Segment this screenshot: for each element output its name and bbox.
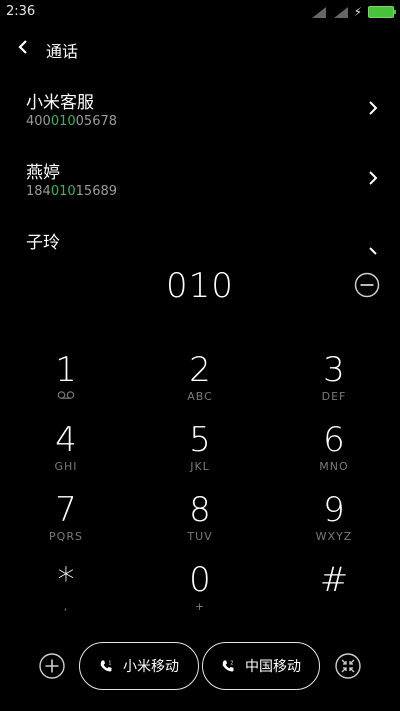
signal-icon-2 (332, 6, 348, 18)
status-bar: 2:36 ⚡ (0, 0, 400, 24)
key-5[interactable]: 5 JKL (140, 422, 260, 486)
call-sim2-button[interactable]: 2 中国移动 (202, 642, 320, 690)
svg-text:1: 1 (109, 661, 112, 667)
phone-sim1-icon: 1 (99, 659, 113, 673)
key-9[interactable]: 9 WXYZ (274, 492, 394, 556)
battery-icon (368, 6, 396, 18)
collapse-keypad-icon[interactable] (335, 653, 361, 679)
sim1-label: 小米移动 (123, 659, 179, 675)
contact-number: 18401015689 (26, 184, 118, 199)
contact-name: 子玲 (26, 233, 60, 253)
key-1[interactable]: 1 (6, 352, 126, 416)
key-hash[interactable]: # (274, 562, 394, 626)
dialed-number: 010 (166, 266, 234, 306)
add-contact-icon[interactable] (39, 653, 65, 679)
key-7[interactable]: 7 PQRS (6, 492, 126, 556)
key-4[interactable]: 4 GHI (6, 422, 126, 486)
contact-name: 燕婷 (26, 163, 60, 183)
phone-sim2-icon: 2 (221, 659, 235, 673)
contact-item[interactable]: 燕婷 18401015689 (0, 158, 400, 218)
charging-icon: ⚡ (353, 5, 362, 19)
status-time: 2:36 (6, 4, 36, 19)
key-3[interactable]: 3 DEF (274, 352, 394, 416)
contact-name: 小米客服 (26, 93, 94, 113)
contact-number: 40001005678 (26, 114, 118, 129)
contact-item[interactable]: 子玲 (0, 228, 400, 264)
bottom-bar: 1 小米移动 2 中国移动 (0, 640, 400, 692)
key-star[interactable]: * , (6, 562, 126, 626)
chevron-right-icon[interactable] (368, 170, 378, 186)
status-icons: ⚡ (310, 5, 396, 19)
key-8[interactable]: 8 TUV (140, 492, 260, 556)
header: 通话 (0, 30, 400, 66)
key-0[interactable]: 0 + (140, 562, 260, 626)
back-button[interactable] (14, 36, 32, 58)
key-2[interactable]: 2 ABC (140, 352, 260, 416)
chevron-right-icon[interactable] (368, 100, 378, 116)
chevron-right-icon[interactable] (368, 242, 378, 258)
delete-icon[interactable] (354, 272, 380, 298)
contact-item[interactable]: 小米客服 40001005678 (0, 88, 400, 148)
svg-text:2: 2 (231, 661, 234, 667)
sim2-label: 中国移动 (245, 659, 301, 675)
back-arrow-icon (18, 40, 27, 54)
dial-display: 010 (0, 266, 400, 314)
page-title: 通话 (46, 42, 79, 61)
signal-icon (310, 6, 326, 18)
key-6[interactable]: 6 MNO (274, 422, 394, 486)
voicemail-icon (6, 390, 126, 403)
call-sim1-button[interactable]: 1 小米移动 (79, 642, 199, 690)
